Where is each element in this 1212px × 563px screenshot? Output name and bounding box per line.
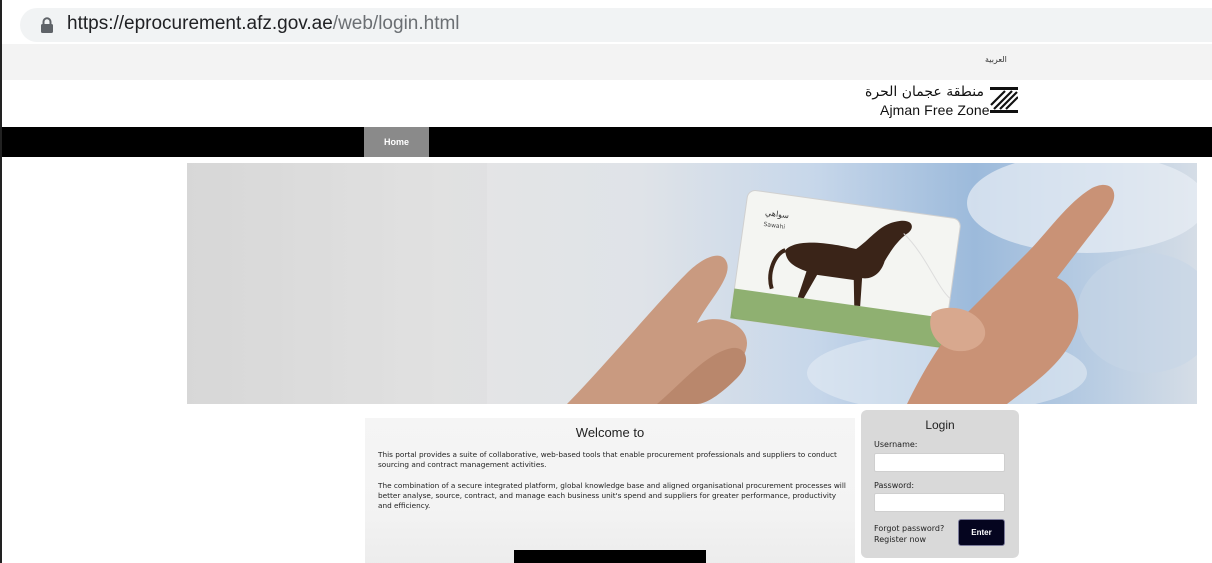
url-path: /web/login.html	[332, 13, 460, 34]
lock-icon	[41, 17, 53, 33]
username-input[interactable]	[874, 453, 1005, 472]
ajman-free-zone-logo-icon	[990, 87, 1018, 113]
url-text[interactable]: https://eprocurement.afz.gov.ae/web/logi…	[67, 13, 460, 35]
password-input[interactable]	[874, 493, 1005, 512]
login-panel: Login Username: Password: Forgot passwor…	[861, 410, 1019, 558]
banner-illustration: سواهي Sawahi	[187, 163, 1197, 404]
address-bar[interactable]: https://eprocurement.afz.gov.ae/web/logi…	[20, 8, 1212, 42]
username-label: Username:	[874, 440, 918, 449]
hero-banner: سواهي Sawahi	[187, 163, 1197, 404]
nav-item-home[interactable]: Home	[364, 127, 429, 157]
browser-window: https://eprocurement.afz.gov.ae/web/logi…	[0, 0, 1212, 563]
login-title: Login	[925, 418, 955, 432]
forgot-password-link[interactable]: Forgot password?	[874, 523, 944, 534]
welcome-paragraph-1: This portal provides a suite of collabor…	[378, 450, 837, 469]
welcome-paragraph-2: The combination of a secure integrated p…	[378, 481, 846, 510]
enter-button[interactable]: Enter	[958, 519, 1005, 546]
register-now-link[interactable]: Register now	[874, 534, 926, 545]
site-logo[interactable]: منطقة عجمان الحرة Ajman Free Zone	[865, 84, 1022, 124]
logo-arabic-text: منطقة عجمان الحرة	[865, 84, 984, 100]
password-label: Password:	[874, 481, 915, 490]
welcome-title: Welcome to	[575, 425, 645, 440]
arabic-language-link[interactable]: العربية	[985, 55, 1007, 64]
url-host: https://eprocurement.afz.gov.ae	[67, 13, 333, 34]
top-strip: العربية	[2, 44, 1212, 80]
logo-english-text: Ajman Free Zone	[880, 102, 990, 118]
welcome-panel: Welcome to This portal provides a suite …	[365, 418, 855, 563]
browser-toolbar: https://eprocurement.afz.gov.ae/web/logi…	[2, 0, 1212, 42]
welcome-dark-bar	[514, 550, 706, 563]
main-navigation: Home	[2, 127, 1212, 157]
